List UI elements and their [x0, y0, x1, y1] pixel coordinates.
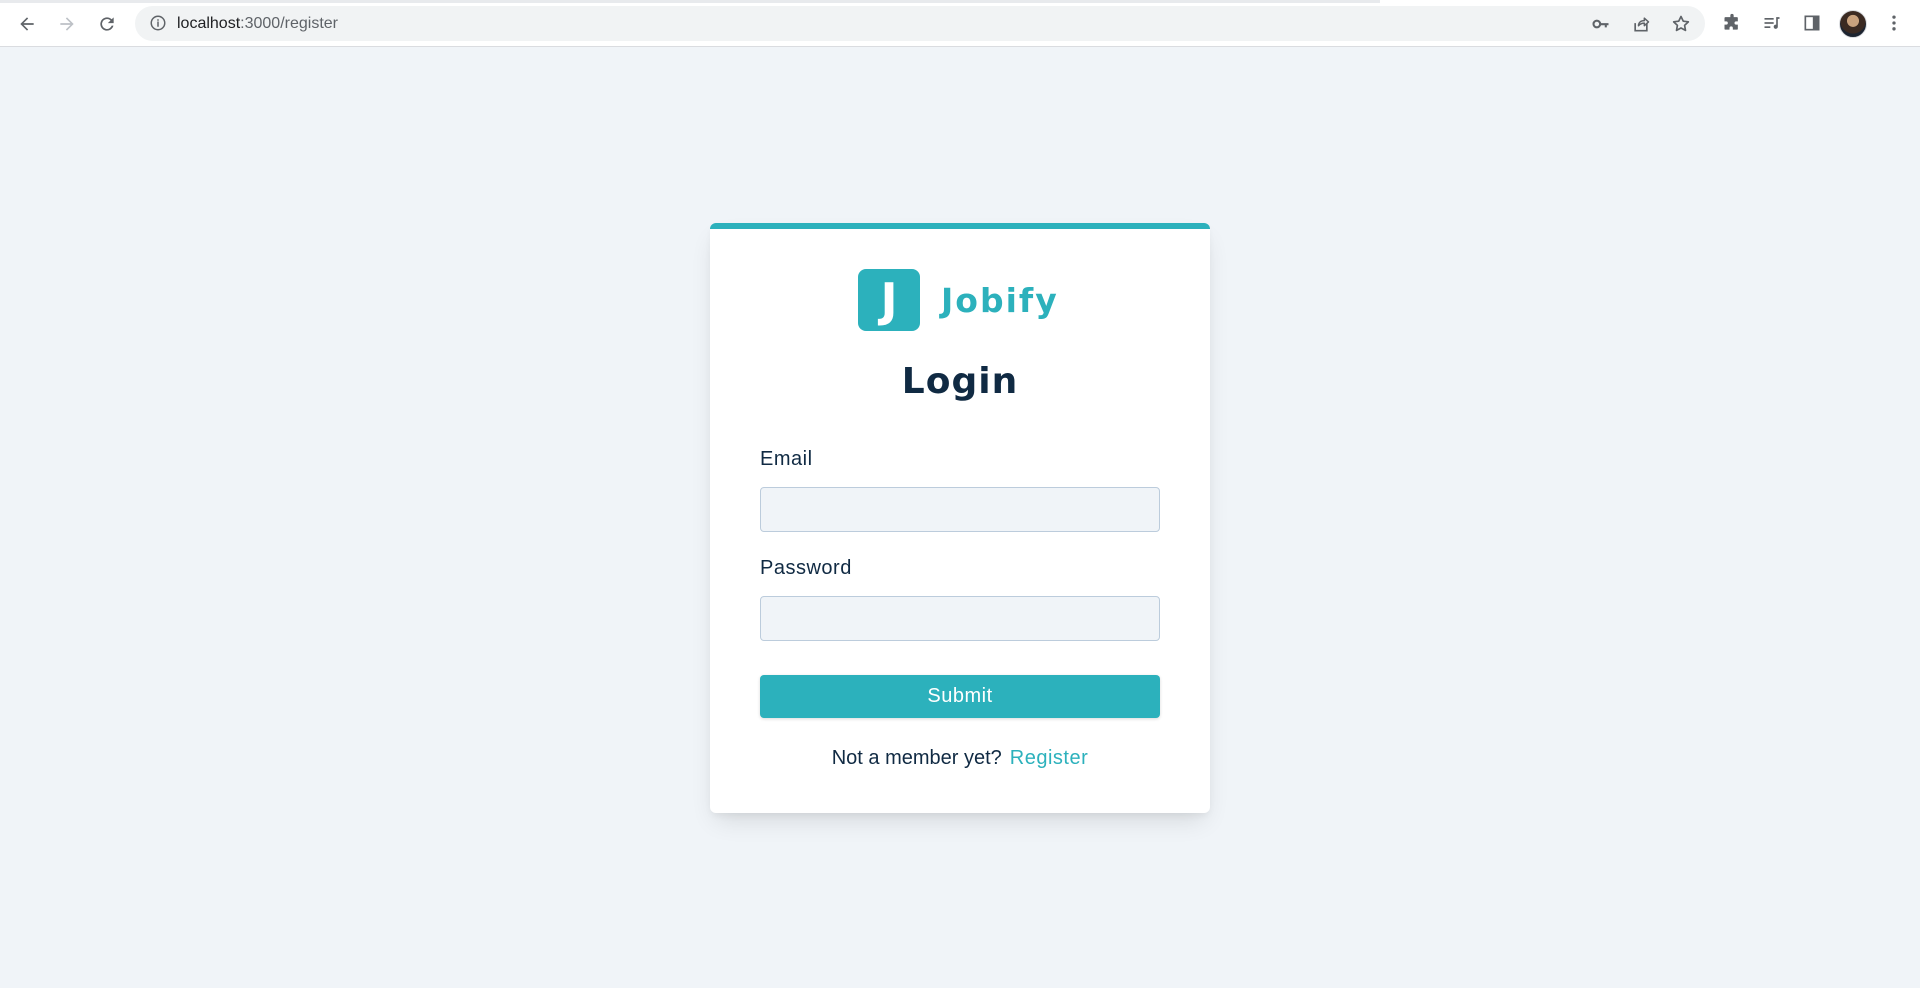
back-button[interactable]	[13, 10, 41, 38]
login-card: J Jobify Login Email Password Submit Not…	[710, 223, 1210, 813]
media-queue-icon[interactable]	[1760, 11, 1784, 35]
page-load-bar	[0, 0, 1380, 3]
logo-mark: J	[858, 269, 920, 331]
register-prompt-text: Not a member yet?	[831, 747, 1002, 769]
site-info-icon[interactable]	[149, 14, 167, 32]
email-field[interactable]	[760, 487, 1160, 532]
reload-icon	[100, 17, 114, 31]
password-label: Password	[760, 557, 852, 579]
password-field[interactable]	[760, 596, 1160, 641]
side-panel-icon[interactable]	[1800, 11, 1824, 35]
register-link[interactable]: Register	[1010, 747, 1088, 769]
email-label: Email	[760, 448, 813, 470]
reload-button[interactable]	[93, 10, 121, 38]
page-title: Login	[901, 361, 1019, 402]
logo-text: Jobify	[941, 280, 1059, 320]
menu-kebab-icon[interactable]	[1882, 11, 1906, 35]
submit-button[interactable]: Submit	[760, 675, 1160, 718]
bookmark-star-icon[interactable]	[1670, 13, 1692, 35]
arrow-left-icon	[20, 17, 34, 31]
url-path: :3000/register	[240, 15, 338, 32]
share-icon[interactable]	[1630, 13, 1652, 35]
arrow-right-icon	[60, 17, 74, 31]
register-prompt: Not a member yet? Register	[710, 747, 1210, 770]
profile-avatar[interactable]	[1839, 10, 1867, 38]
address-bar[interactable]: localhost:3000/register	[135, 6, 1705, 41]
app-logo: J Jobify	[858, 269, 1059, 331]
forward-button[interactable]	[53, 10, 81, 38]
browser-toolbar: localhost:3000/register	[0, 0, 1920, 47]
url-text[interactable]: localhost:3000/register	[177, 15, 338, 33]
url-host: localhost	[177, 15, 241, 32]
extensions-puzzle-icon[interactable]	[1720, 11, 1744, 35]
password-key-icon[interactable]	[1590, 13, 1612, 35]
